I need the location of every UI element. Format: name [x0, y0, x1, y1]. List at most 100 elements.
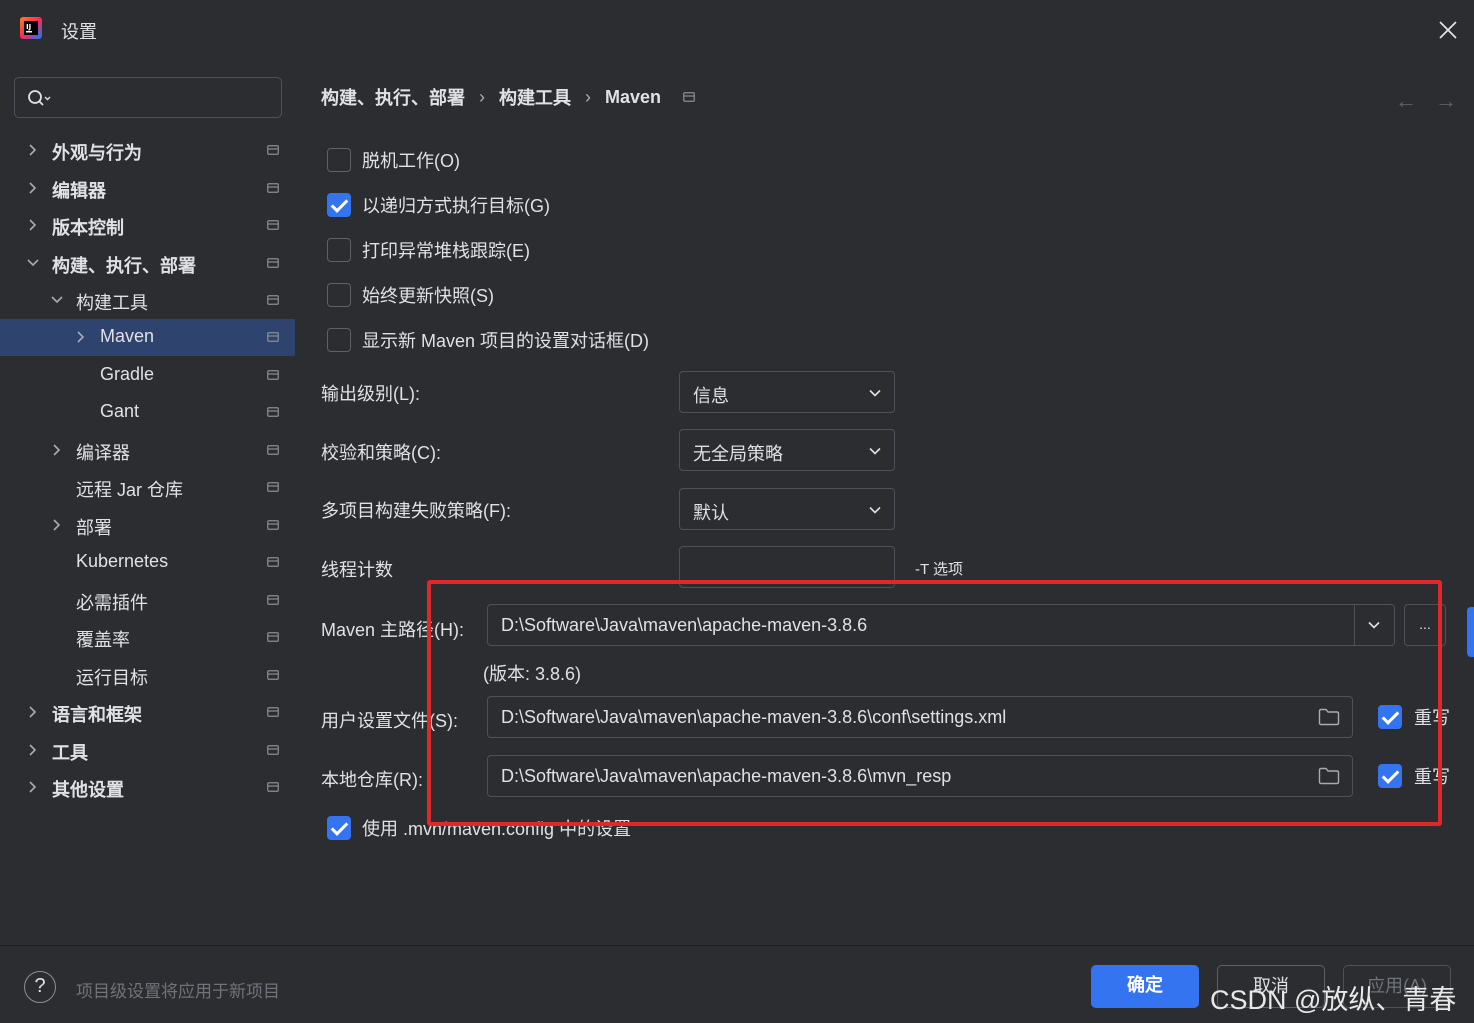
- work-offline-checkbox[interactable]: [327, 148, 351, 172]
- use-mvn-config-option[interactable]: 使用 .mvn/maven.config 中的设置: [327, 814, 631, 842]
- local-repo-override[interactable]: 重写: [1378, 763, 1450, 789]
- output-level-select[interactable]: 信息: [679, 371, 895, 413]
- use-mvn-config-checkbox[interactable]: [327, 816, 351, 840]
- sidebar-item-gant[interactable]: Gant: [0, 394, 295, 431]
- checkbox-label: 打印异常堆栈跟踪(E): [362, 241, 530, 261]
- history-nav: ← →: [1395, 88, 1457, 114]
- user-settings-field[interactable]: D:\Software\Java\maven\apache-maven-3.8.…: [487, 696, 1353, 738]
- user-settings-override-checkbox[interactable]: [1378, 705, 1402, 729]
- side-scroll-tab[interactable]: [1467, 607, 1474, 657]
- recursive-goals-checkbox[interactable]: [327, 193, 351, 217]
- folder-icon[interactable]: [1318, 708, 1340, 726]
- browse-maven-home-button[interactable]: ...: [1404, 604, 1446, 646]
- close-icon[interactable]: [1436, 18, 1460, 42]
- chevron-right-icon[interactable]: [50, 518, 64, 532]
- sidebar-item-remote-jar-repos[interactable]: 远程 Jar 仓库: [0, 469, 295, 506]
- multiproject-fail-select[interactable]: 默认: [679, 488, 895, 530]
- chevron-right-icon[interactable]: [26, 743, 40, 757]
- breadcrumb: 构建、执行、部署 › 构建工具 › Maven: [321, 84, 695, 110]
- sidebar-item-vcs[interactable]: 版本控制: [0, 207, 295, 244]
- update-snapshots-checkbox[interactable]: [327, 283, 351, 307]
- ok-button[interactable]: 确定: [1091, 965, 1199, 1008]
- sidebar-item-appearance[interactable]: 外观与行为: [0, 132, 295, 169]
- back-arrow-icon[interactable]: ←: [1395, 88, 1417, 114]
- help-button[interactable]: ?: [24, 971, 56, 1003]
- search-input[interactable]: [61, 86, 271, 110]
- breadcrumb-separator: ›: [479, 86, 485, 107]
- chevron-right-icon[interactable]: [50, 443, 64, 457]
- project-scope-icon: [267, 370, 279, 380]
- chevron-down-icon[interactable]: [50, 293, 64, 307]
- sidebar-item-gradle[interactable]: Gradle: [0, 357, 295, 394]
- sidebar-item-tools[interactable]: 工具: [0, 732, 295, 769]
- project-scope-icon: [267, 445, 279, 455]
- sidebar-item-label: 构建、执行、部署: [52, 256, 196, 276]
- checksum-policy-select[interactable]: 无全局策略: [679, 429, 895, 471]
- chevron-down-icon[interactable]: [1367, 618, 1381, 632]
- breadcrumb-item: Maven: [605, 86, 662, 107]
- project-scope-icon: [267, 595, 279, 605]
- sidebar-item-other-settings[interactable]: 其他设置: [0, 769, 295, 806]
- chevron-down-icon[interactable]: [26, 256, 40, 270]
- local-repo-field[interactable]: D:\Software\Java\maven\apache-maven-3.8.…: [487, 755, 1353, 797]
- sidebar-item-deployment[interactable]: 部署: [0, 507, 295, 544]
- sidebar-item-kubernetes[interactable]: Kubernetes: [0, 544, 295, 581]
- sidebar-item-label: 版本控制: [52, 218, 124, 238]
- sidebar-item-languages-frameworks[interactable]: 语言和框架: [0, 694, 295, 731]
- sidebar-item-compiler[interactable]: 编译器: [0, 432, 295, 469]
- show-settings-dialog-option[interactable]: 显示新 Maven 项目的设置对话框(D): [327, 326, 649, 354]
- svg-text:IJ: IJ: [26, 23, 31, 31]
- sidebar-item-label: Gant: [100, 401, 140, 421]
- csdn-watermark: CSDN @放纵、青春: [1210, 985, 1457, 1015]
- chevron-down-icon: [869, 447, 881, 455]
- select-value: 默认: [693, 503, 729, 523]
- user-settings-override[interactable]: 重写: [1378, 704, 1450, 730]
- project-scope-icon: [267, 145, 279, 155]
- window-title: 设置: [61, 22, 97, 42]
- intellij-app-icon: IJ: [20, 17, 42, 39]
- user-settings-path: D:\Software\Java\maven\apache-maven-3.8.…: [501, 707, 1007, 727]
- thread-count-label: 线程计数: [321, 560, 393, 580]
- print-stacktrace-checkbox[interactable]: [327, 238, 351, 262]
- sidebar-item-label: 工具: [52, 743, 88, 763]
- forward-arrow-icon[interactable]: →: [1435, 88, 1457, 114]
- sidebar-item-build-execution-deployment[interactable]: 构建、执行、部署: [0, 245, 295, 282]
- project-scope-icon: [267, 520, 279, 530]
- show-settings-dialog-checkbox[interactable]: [327, 328, 351, 352]
- breadcrumb-item[interactable]: 构建、执行、部署: [321, 84, 465, 110]
- chevron-right-icon[interactable]: [26, 181, 40, 195]
- settings-sidebar: 外观与行为 编辑器 版本控制 构建、执行、部署 构建工具 Maven Gradl…: [0, 60, 295, 945]
- local-repo-override-checkbox[interactable]: [1378, 764, 1402, 788]
- sidebar-item-label: 远程 Jar 仓库: [76, 480, 184, 500]
- chevron-right-icon[interactable]: [26, 218, 40, 232]
- user-settings-label: 用户设置文件(S):: [321, 711, 458, 731]
- sidebar-item-build-tools[interactable]: 构建工具: [0, 282, 295, 319]
- sidebar-item-editor[interactable]: 编辑器: [0, 170, 295, 207]
- thread-count-input[interactable]: [679, 546, 895, 588]
- select-value: 无全局策略: [693, 444, 783, 464]
- checkbox-label: 以递归方式执行目标(G): [362, 196, 550, 216]
- maven-version: (版本: 3.8.6): [483, 664, 582, 684]
- chevron-right-icon[interactable]: [26, 705, 40, 719]
- settings-search[interactable]: [14, 77, 282, 118]
- maven-home-combobox[interactable]: D:\Software\Java\maven\apache-maven-3.8.…: [487, 604, 1395, 646]
- checksum-policy-label: 校验和策略(C):: [321, 443, 441, 463]
- sidebar-item-label: 部署: [76, 518, 112, 538]
- update-snapshots-option[interactable]: 始终更新快照(S): [327, 281, 494, 309]
- project-scope-icon: [267, 220, 279, 230]
- folder-icon[interactable]: [1318, 767, 1340, 785]
- local-repo-label: 本地仓库(R):: [321, 770, 423, 790]
- recursive-goals-option[interactable]: 以递归方式执行目标(G): [327, 191, 550, 219]
- override-label: 重写: [1414, 767, 1450, 787]
- work-offline-option[interactable]: 脱机工作(O): [327, 146, 460, 174]
- sidebar-item-maven[interactable]: Maven: [0, 319, 295, 356]
- print-stacktrace-option[interactable]: 打印异常堆栈跟踪(E): [327, 236, 530, 264]
- sidebar-item-run-targets[interactable]: 运行目标: [0, 657, 295, 694]
- chevron-right-icon[interactable]: [26, 143, 40, 157]
- sidebar-item-coverage[interactable]: 覆盖率: [0, 619, 295, 656]
- sidebar-item-label: 外观与行为: [52, 143, 142, 163]
- chevron-right-icon[interactable]: [74, 330, 88, 344]
- chevron-right-icon[interactable]: [26, 780, 40, 794]
- breadcrumb-item[interactable]: 构建工具: [499, 84, 571, 110]
- sidebar-item-required-plugins[interactable]: 必需插件: [0, 582, 295, 619]
